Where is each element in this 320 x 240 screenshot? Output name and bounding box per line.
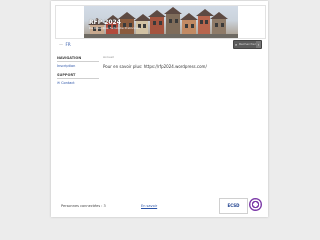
site-title[interactable]: RFP 2024 bbox=[89, 19, 121, 26]
footer-link[interactable]: En savoir bbox=[141, 204, 157, 208]
sidebar-item-contact-label: Contact bbox=[61, 81, 75, 85]
content-text: Pour en savoir plus: https://rfp2024.wor… bbox=[103, 64, 207, 69]
mail-icon: ✉ bbox=[57, 81, 60, 85]
partner-logo-circle-icon[interactable] bbox=[249, 198, 262, 211]
footer-connected-users: Personnes connectées : 3 bbox=[61, 204, 106, 208]
breadcrumb[interactable]: Accueil bbox=[103, 55, 253, 59]
page-container: RFP 2024 De Rijswijkse Federatie Pretonn… bbox=[51, 1, 268, 217]
search-icon: ⌕ bbox=[235, 42, 238, 47]
sidebar-heading-support: SUPPORT bbox=[57, 73, 99, 79]
search-box[interactable]: ⌕ Rechercher › bbox=[233, 40, 262, 49]
language-separator: — bbox=[59, 42, 63, 47]
header-banner: RFP 2024 De Rijswijkse Federatie Pretonn… bbox=[55, 5, 266, 39]
language-fr-link[interactable]: FR bbox=[66, 42, 71, 47]
search-label: Rechercher bbox=[239, 42, 256, 46]
sidebar: NAVIGATION Inscription SUPPORT ✉ Contact bbox=[57, 56, 99, 85]
main-content: Accueil Pour en savoir plus: https://rfp… bbox=[103, 55, 253, 69]
sidebar-item-contact[interactable]: ✉ Contact bbox=[57, 81, 99, 85]
language-switcher: — FR bbox=[59, 42, 71, 47]
sidebar-heading-navigation: NAVIGATION bbox=[57, 56, 99, 62]
site-subtitle: De Rijswijkse Federatie Pretonnen bbox=[89, 26, 141, 30]
search-submit-button[interactable]: › bbox=[256, 41, 261, 48]
partner-logo-ecs[interactable]: ECSD bbox=[219, 198, 248, 214]
